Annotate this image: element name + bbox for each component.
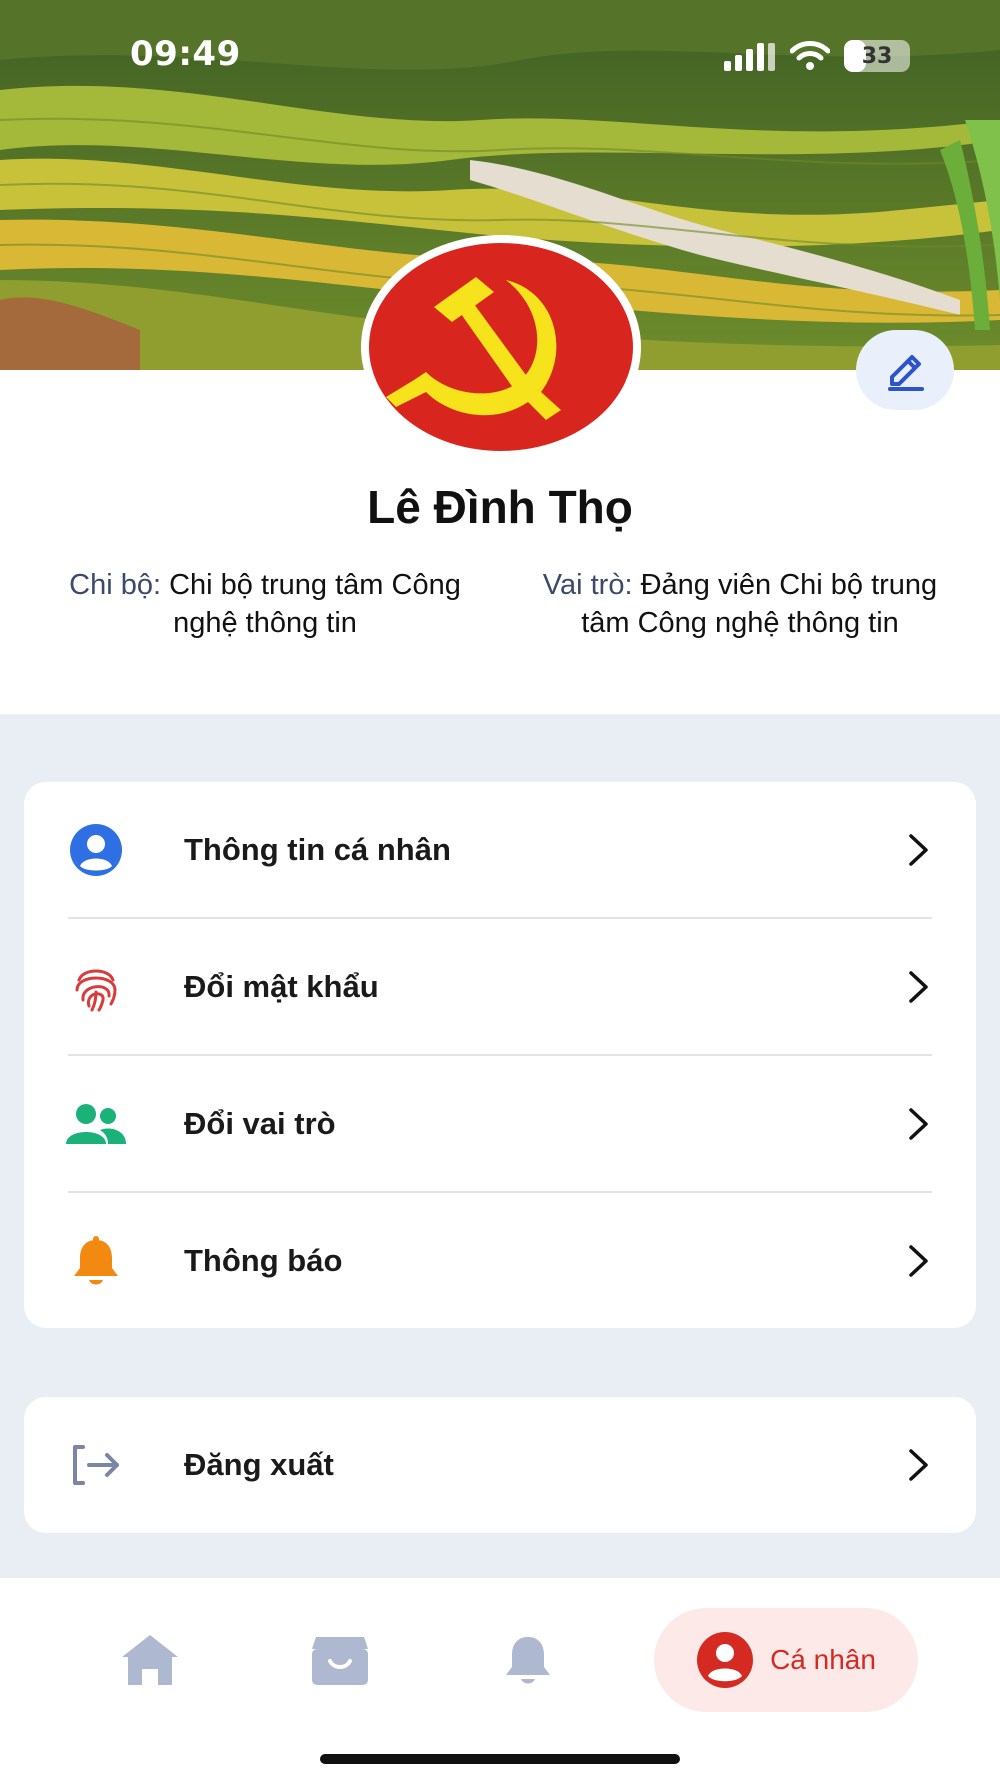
- users-icon: [66, 1096, 126, 1152]
- logout-icon: [66, 1437, 126, 1493]
- fingerprint-icon: [66, 959, 126, 1015]
- settings-menu-card: Thông tin cá nhân Đổi mật khẩu Đổi vai t…: [24, 782, 976, 1328]
- menu-item-label: Đổi mật khẩu: [184, 969, 379, 1004]
- nav-archive[interactable]: [290, 1608, 390, 1712]
- menu-item-personal-info[interactable]: Thông tin cá nhân: [24, 782, 976, 918]
- menu-item-label: Thông báo: [184, 1243, 343, 1278]
- menu-item-label: Thông tin cá nhân: [184, 832, 451, 867]
- edit-profile-button[interactable]: [856, 330, 954, 410]
- wifi-icon: [790, 41, 830, 70]
- bell-icon: [66, 1233, 126, 1289]
- nav-profile[interactable]: Cá nhân: [654, 1608, 918, 1712]
- branch-value: Chi bộ trung tâm Công nghệ thông tin: [169, 569, 461, 639]
- menu-item-change-role[interactable]: Đổi vai trò: [24, 1056, 976, 1192]
- status-time: 09:49: [130, 34, 241, 74]
- role-label: Vai trò:: [542, 569, 633, 601]
- branch-info: Chi bộ: Chi bộ trung tâm Công nghệ thông…: [50, 566, 480, 642]
- battery-indicator: 33: [844, 40, 910, 72]
- logout-label: Đăng xuất: [184, 1447, 334, 1482]
- chevron-right-icon: [909, 1108, 928, 1140]
- logout-card: Đăng xuất: [24, 1397, 976, 1533]
- menu-item-label: Đổi vai trò: [184, 1106, 336, 1141]
- chevron-right-icon: [909, 1245, 928, 1277]
- pencil-icon: [888, 355, 924, 391]
- battery-percent: 33: [861, 43, 893, 69]
- menu-item-notifications[interactable]: Thông báo: [24, 1193, 976, 1329]
- chevron-right-icon: [909, 1449, 928, 1481]
- chevron-right-icon: [909, 834, 928, 866]
- status-icons: 33: [724, 40, 910, 72]
- branch-label: Chi bộ:: [69, 569, 162, 601]
- role-value: Đảng viên Chi bộ trung tâm Công nghệ thô…: [581, 569, 938, 639]
- profile-name: Lê Đình Thọ: [367, 481, 633, 533]
- nav-profile-label: Cá nhân: [770, 1644, 876, 1675]
- user-circle-icon: [66, 822, 126, 878]
- party-emblem-avatar: [361, 235, 641, 459]
- bell-icon: [506, 1637, 550, 1684]
- nav-home[interactable]: [100, 1608, 200, 1712]
- logout-button[interactable]: Đăng xuất: [24, 1397, 976, 1533]
- home-indicator: [320, 1754, 680, 1764]
- role-info: Vai trò: Đảng viên Chi bộ trung tâm Công…: [530, 566, 950, 642]
- user-circle-icon: [697, 1632, 754, 1688]
- status-bar: 09:49 33: [0, 0, 1000, 110]
- menu-item-change-password[interactable]: Đổi mật khẩu: [24, 919, 976, 1055]
- chevron-right-icon: [909, 971, 928, 1003]
- signal-icon: [724, 43, 775, 71]
- nav-notifications[interactable]: [478, 1608, 578, 1712]
- home-icon: [122, 1635, 178, 1685]
- archive-box-icon: [312, 1637, 368, 1685]
- bottom-navigation: Cá nhân: [0, 1578, 1000, 1778]
